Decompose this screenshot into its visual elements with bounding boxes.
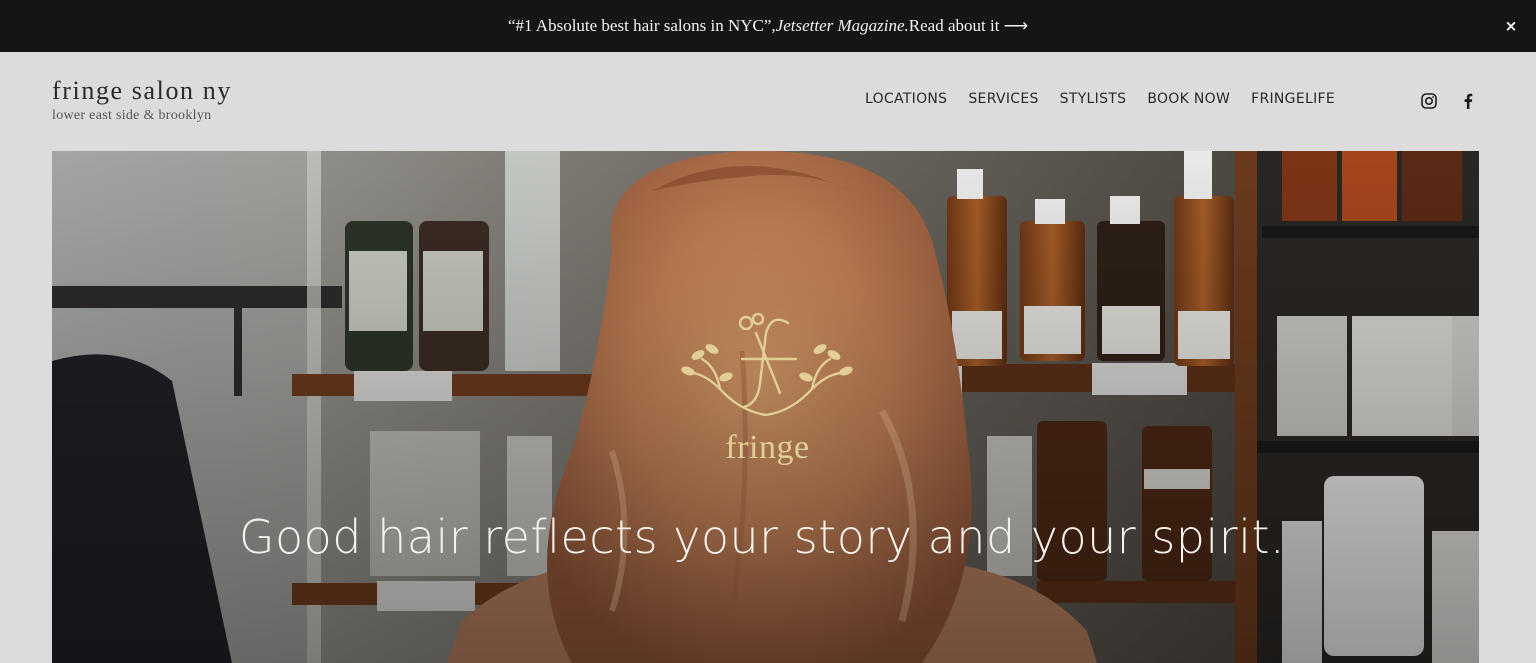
announcement-link[interactable]: Read about it ⟶	[909, 16, 1028, 36]
nav-item-locations[interactable]: LOCATIONS	[865, 91, 947, 107]
nav-item-book-now[interactable]: BOOK NOW	[1147, 91, 1230, 107]
site-title[interactable]: fringe salon ny	[52, 76, 232, 106]
announcement-bar: “#1 Absolute best hair salons in NYC”, J…	[0, 0, 1536, 52]
announcement-publication: Jetsetter Magazine.	[775, 16, 909, 35]
fringe-logo: fringe	[680, 311, 855, 481]
logo-wordmark: fringe	[725, 429, 810, 466]
social-links	[1420, 92, 1477, 110]
nav-item-fringelife[interactable]: FRINGELIFE	[1251, 91, 1335, 107]
site-tagline: lower east side & brooklyn	[52, 108, 212, 123]
nav-item-stylists[interactable]: STYLISTS	[1060, 91, 1127, 107]
main-nav: LOCATIONS SERVICES STYLISTS BOOK NOW FRI…	[865, 91, 1335, 107]
announcement-message[interactable]: “#1 Absolute best hair salons in NYC”, J…	[508, 16, 1028, 36]
scissors-leaf-emblem-icon	[681, 312, 853, 417]
site-header: fringe salon ny lower east side & brookl…	[0, 52, 1536, 150]
announcement-quote: “#1 Absolute best hair salons in NYC”,	[507, 16, 776, 35]
hero-headline: Good hair reflects your story and your s…	[238, 510, 1286, 564]
brand[interactable]: fringe salon ny lower east side & brookl…	[52, 76, 232, 124]
close-icon[interactable]: ×	[1500, 15, 1522, 37]
nav-item-services[interactable]: SERVICES	[968, 91, 1038, 107]
instagram-icon[interactable]	[1420, 92, 1438, 110]
facebook-icon[interactable]	[1459, 92, 1477, 110]
hero-banner: fringe Good hair reflects your story and…	[52, 151, 1479, 663]
